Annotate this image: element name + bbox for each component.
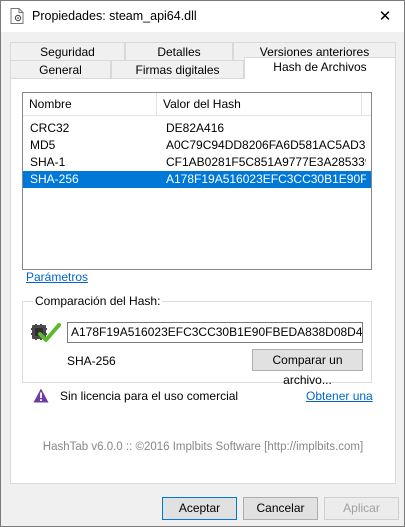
list-header: Nombre Valor del Hash: [23, 93, 371, 116]
cancel-button[interactable]: Cancelar: [243, 497, 318, 520]
properties-window: Propiedades: steam_api64.dll ✕ Seguridad…: [0, 0, 405, 527]
tab-label: Hash de Archivos: [273, 60, 367, 74]
dialog-footer: Aceptar Cancelar Aplicar: [1, 487, 404, 527]
hash-value: CF1AB0281F5C851A9777E3A2853396...: [166, 155, 366, 169]
list-item-selected[interactable]: SHA-256 A178F19A516023EFC3CC30B1E90FB...: [23, 171, 371, 188]
list-item[interactable]: SHA-1 CF1AB0281F5C851A9777E3A2853396...: [23, 154, 371, 171]
hash-value: A0C79C94DD8206FA6D581AC5AD32...: [166, 138, 366, 152]
about-text: HashTab v6.0.0 :: ©2016 Implbits Softwar…: [42, 441, 364, 453]
hash-name: SHA-1: [30, 155, 66, 169]
ok-button[interactable]: Aceptar: [162, 497, 237, 520]
tab-label: Detalles: [157, 45, 201, 59]
list-item[interactable]: CRC32 DE82A416: [23, 120, 371, 137]
hash-value: A178F19A516023EFC3CC30B1E90FB...: [166, 172, 366, 186]
hash-compare-input[interactable]: A178F19A516023EFC3CC30B1E90FBEDA838D08D4…: [67, 322, 363, 343]
hash-name: CRC32: [30, 121, 70, 135]
tab-general[interactable]: General: [10, 60, 111, 79]
tab-hash-de-archivos[interactable]: Hash de Archivos: [244, 57, 396, 79]
hash-compare-group: Comparación del Hash: A178F19A516023EFC3…: [22, 294, 372, 387]
hash-list[interactable]: Nombre Valor del Hash CRC32 DE82A416 MD5…: [22, 92, 372, 270]
hash-name: SHA-256: [30, 172, 79, 186]
parametros-link[interactable]: Parámetros: [26, 270, 88, 284]
title-bar: Propiedades: steam_api64.dll ✕: [1, 1, 404, 32]
compare-file-button[interactable]: Comparar un archivo...: [252, 349, 363, 387]
hash-value: DE82A416: [166, 121, 225, 135]
column-header-valor[interactable]: Valor del Hash: [157, 93, 362, 116]
hash-match-check-icon: [31, 320, 61, 346]
close-icon: ✕: [378, 8, 392, 25]
column-header-nombre[interactable]: Nombre: [23, 93, 157, 116]
hash-name: MD5: [30, 138, 56, 152]
close-button[interactable]: ✕: [372, 5, 398, 27]
tab-label: Seguridad: [40, 45, 95, 59]
license-text: Sin licencia para el uso comercial: [60, 389, 239, 403]
tab-label: General: [39, 63, 82, 77]
list-item[interactable]: MD5 A0C79C94DD8206FA6D581AC5AD32...: [23, 137, 371, 154]
tab-label: Firmas digitales: [135, 63, 220, 77]
get-license-link[interactable]: Obtener una: [306, 389, 373, 403]
apply-button[interactable]: Aplicar: [324, 497, 399, 520]
warning-icon: [33, 388, 49, 403]
tab-firmas-digitales[interactable]: Firmas digitales: [111, 60, 244, 79]
file-icon: [10, 8, 24, 24]
window-title: Propiedades: steam_api64.dll: [32, 9, 197, 23]
tab-panel-hash: Nombre Valor del Hash CRC32 DE82A416 MD5…: [10, 78, 396, 484]
tab-row-front: General Firmas digitales Hash de Archivo…: [10, 57, 396, 79]
match-algorithm-label: SHA-256: [67, 354, 116, 368]
group-label: Comparación del Hash:: [33, 294, 163, 308]
